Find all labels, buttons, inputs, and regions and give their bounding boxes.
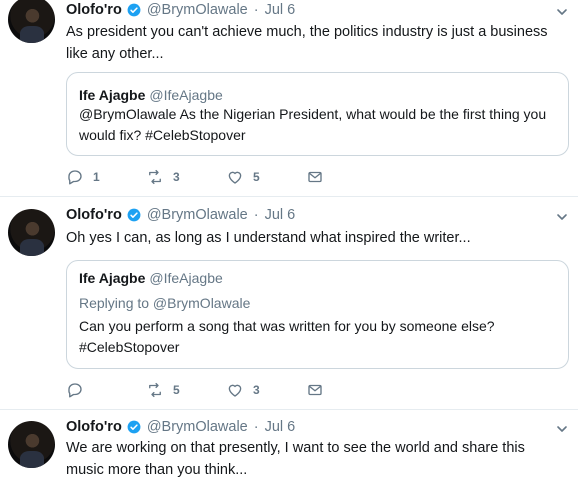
quoted-author-name: Ife Ajagbe [79,270,146,286]
separator: · [253,2,259,18]
retweet-button[interactable]: 3 [146,168,226,186]
retweet-icon [149,169,161,185]
reply-button[interactable] [66,381,146,399]
like-icon [228,384,242,397]
author-name[interactable]: Olofo'ro [66,2,122,18]
avatar[interactable] [8,209,55,256]
separator: · [253,207,259,223]
chevron-down-icon[interactable] [556,211,568,223]
quoted-tweet-header: Ife Ajagbe @IfeAjagbe [79,87,223,103]
avatar[interactable] [8,0,55,43]
tweet-header: Olofo'ro @BrymOlawale · Jul 6 [66,207,295,223]
like-button[interactable]: 3 [226,381,306,399]
tweet[interactable]: Olofo'ro @BrymOlawale · Jul 6 As preside… [0,0,578,196]
reply-count: 1 [93,170,100,184]
quoted-tweet-header: Ife Ajagbe @IfeAjagbe [79,270,223,286]
reply-icon [68,170,82,185]
author-handle[interactable]: @BrymOlawale [147,419,248,435]
direct-message-icon [308,171,322,183]
retweet-count: 5 [173,383,180,397]
author-handle[interactable]: @BrymOlawale [147,2,248,18]
tweet-header: Olofo'ro @BrymOlawale · Jul 6 [66,419,295,435]
like-count: 3 [253,383,260,397]
tweet-header: Olofo'ro @BrymOlawale · Jul 6 [66,2,295,18]
quoted-tweet-text: @BrymOlawale As the Nigerian President, … [79,106,547,143]
tweet-text: As president you can't achieve much, the… [66,24,548,62]
tweet-text: We are working on that presently, I want… [66,440,525,478]
quoted-author-handle: @IfeAjagbe [149,270,223,286]
chevron-down-icon[interactable] [556,6,568,18]
tweet-actions: 5 3 [66,381,386,399]
tweet[interactable]: Olofo'ro @BrymOlawale · Jul 6 Oh yes I c… [0,196,578,409]
chevron-down-icon[interactable] [556,423,568,435]
direct-message-button[interactable] [306,381,386,399]
reply-icon [68,383,82,398]
author-handle[interactable]: @BrymOlawale [147,207,248,223]
quoted-tweet[interactable]: Ife Ajagbe @IfeAjagbe Replying to @BrymOl… [66,260,569,369]
author-name[interactable]: Olofo'ro [66,419,122,435]
direct-message-button[interactable] [306,168,386,186]
tweet-actions: 1 3 5 [66,168,386,186]
tweet-time[interactable]: Jul 6 [265,2,296,18]
quoted-tweet[interactable]: Ife Ajagbe @IfeAjagbe @BrymOlawale As the… [66,72,569,156]
tweet-time[interactable]: Jul 6 [265,419,296,435]
separator: · [253,419,259,435]
verified-badge-icon [127,420,141,434]
like-icon [228,171,242,184]
replying-to: Replying to @BrymOlawale [79,295,251,311]
quoted-author-handle: @IfeAjagbe [149,87,223,103]
retweet-count: 3 [173,170,180,184]
tweet[interactable]: Olofo'ro @BrymOlawale · Jul 6 We are wor… [0,409,578,486]
tweet-time[interactable]: Jul 6 [265,207,296,223]
retweet-button[interactable]: 5 [146,381,226,399]
quoted-tweet-text: Can you perform a song that was written … [79,318,495,355]
like-count: 5 [253,170,260,184]
avatar[interactable] [8,421,55,468]
tweet-text: Oh yes I can, as long as I understand wh… [66,230,471,246]
retweet-icon [149,382,161,398]
reply-button[interactable]: 1 [66,168,146,186]
author-name[interactable]: Olofo'ro [66,207,122,223]
like-button[interactable]: 5 [226,168,306,186]
quoted-author-name: Ife Ajagbe [79,87,146,103]
verified-badge-icon [127,3,141,17]
verified-badge-icon [127,208,141,222]
direct-message-icon [308,384,322,396]
